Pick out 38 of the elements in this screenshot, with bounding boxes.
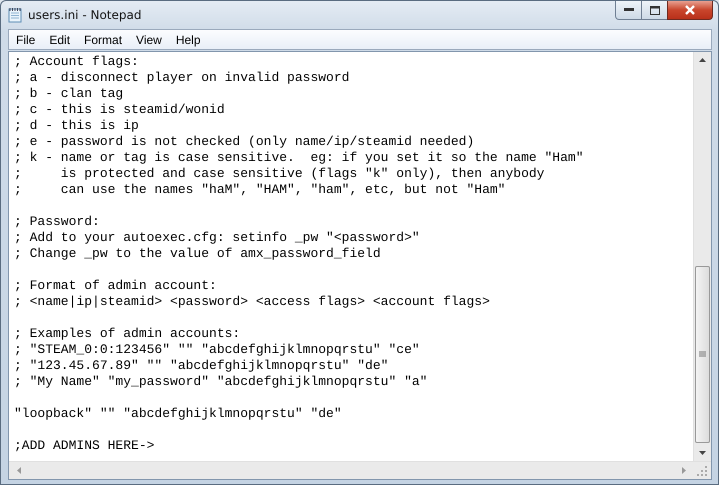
vertical-scrollbar[interactable]	[693, 52, 711, 461]
scroll-thumb[interactable]	[695, 266, 710, 443]
text-line: ; <name|ip|steamid> <password> <access flags> <account flags>	[14, 294, 490, 309]
menu-item[interactable]: Edit	[42, 32, 78, 46]
text-line: ; can use the names "haM", "HAM", "ham", etc, but not "Ham"	[14, 182, 506, 197]
close-button[interactable]	[667, 1, 713, 20]
menu-item[interactable]: Format	[77, 32, 130, 46]
maximize-button[interactable]	[641, 1, 668, 20]
text-line: ; b - clan tag	[14, 86, 124, 101]
maximize-icon	[650, 6, 660, 14]
text-line: ; Examples of admin accounts:	[14, 326, 240, 341]
notepad-icon	[8, 7, 22, 23]
up-arrow-icon[interactable]	[699, 58, 706, 62]
text-line: ; "My Name" "my_password" "abcdefghijklmnopqrstu" "a"	[14, 374, 428, 389]
text-line: ; d - this is ip	[14, 118, 139, 133]
minimize-icon	[624, 8, 634, 12]
menu-item[interactable]: Help	[168, 32, 208, 46]
text-line: ; Change _pw to the value of amx_password_field	[14, 246, 381, 261]
text-line: ; a - disconnect player on invalid password	[14, 70, 350, 85]
text-line: ; Password:	[14, 214, 100, 229]
text-line: ; "123.45.67.89" "" "abcdefghijklmnopqrstu" "de"	[14, 358, 388, 373]
text-line: ; "STEAM_0:0:123456" "" "abcdefghijklmnopqrstu" "ce"	[14, 342, 420, 357]
text-line: ; Add to your autoexec.cfg: setinfo _pw "<password>"	[14, 230, 420, 245]
text-line: ;ADD ADMINS HERE->	[14, 438, 154, 453]
text-line: "loopback" "" "abcdefghijklmnopqrstu" "de"	[14, 406, 342, 421]
text-line: ; e - password is not checked (only name/ip/steamid needed)	[14, 134, 474, 149]
text-line: ; Format of admin account:	[14, 278, 217, 293]
menu-item[interactable]: File	[9, 32, 42, 46]
window-title: users.ini - Notepad	[28, 8, 142, 22]
close-icon	[684, 5, 696, 15]
minimize-button[interactable]	[615, 1, 642, 20]
down-arrow-icon[interactable]	[699, 451, 706, 455]
resize-grip-icon[interactable]	[697, 466, 707, 476]
menu-item[interactable]: View	[129, 32, 169, 46]
text-line: ; k - name or tag is case sensitive. eg: if you set it so the name "Ham"	[14, 150, 584, 165]
text-line: ; is protected and case sensitive (flags "k" only), then anybody	[14, 166, 544, 181]
text-line: ; Account flags:	[14, 54, 139, 69]
text-line: ; c - this is steamid/wonid	[14, 102, 225, 117]
